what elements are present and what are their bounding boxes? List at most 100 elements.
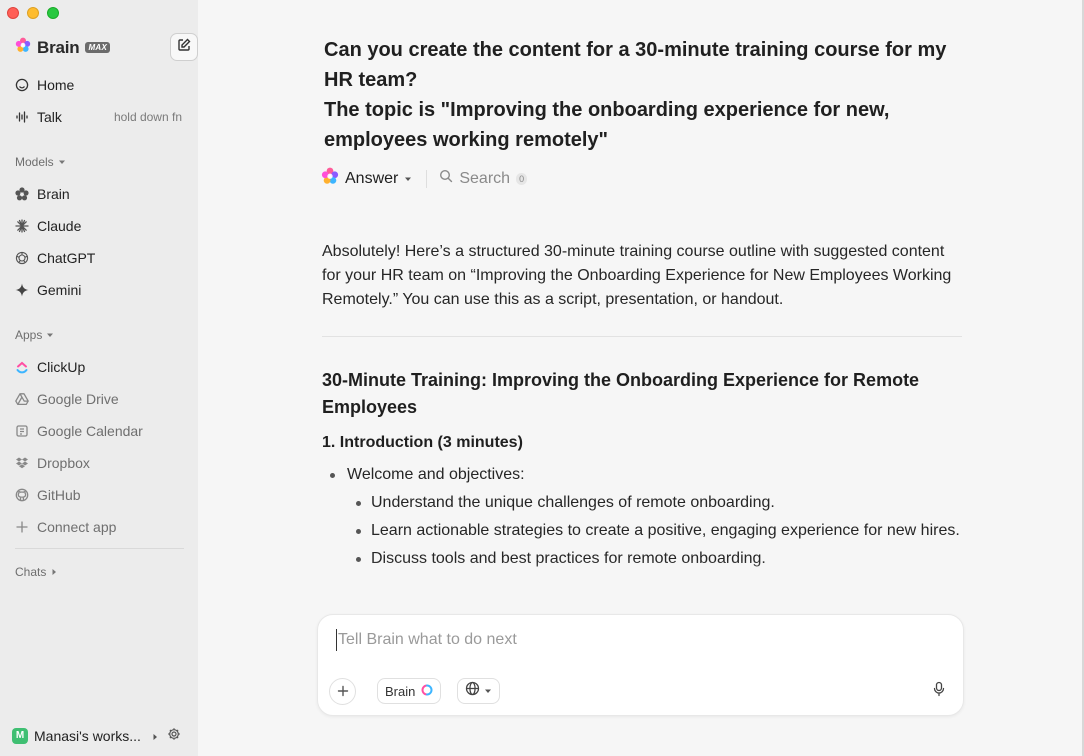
waveform-icon xyxy=(15,110,29,124)
bullet-list: Welcome and objectives: Understand the u… xyxy=(322,463,962,571)
close-window-button[interactable] xyxy=(7,7,19,19)
chatgpt-icon xyxy=(15,251,29,265)
google-calendar-icon xyxy=(15,424,29,438)
microphone-button[interactable] xyxy=(926,678,952,704)
tab-answer[interactable]: Answer xyxy=(321,167,412,190)
sidebar-item-gemini[interactable]: Gemini xyxy=(15,278,187,302)
brand-badge: MAX xyxy=(85,42,111,53)
sidebar-item-label: Brain xyxy=(37,186,70,202)
sidebar-item-label: Connect app xyxy=(37,519,117,535)
section-label: Apps xyxy=(15,328,43,342)
plus-icon xyxy=(15,520,29,534)
sidebar-item-label: Dropbox xyxy=(37,455,90,471)
sidebar-item-chatgpt[interactable]: ChatGPT xyxy=(15,246,187,270)
sidebar: Brain MAX Home Talk hold down fn Models xyxy=(0,0,198,756)
brand: Brain MAX xyxy=(15,37,111,58)
web-access-selector[interactable] xyxy=(457,678,500,704)
section-title: 1. Introduction (3 minutes) xyxy=(322,434,523,451)
brain-logo-icon xyxy=(15,37,31,58)
gemini-icon xyxy=(15,283,29,297)
compose-icon xyxy=(177,38,191,57)
talk-shortcut-hint: hold down fn xyxy=(113,110,182,124)
workspace-switcher[interactable]: M Manasi's works... xyxy=(12,727,181,744)
sidebar-item-github[interactable]: GitHub xyxy=(15,483,187,507)
window-controls xyxy=(7,7,59,19)
caret-down-icon xyxy=(46,328,54,342)
brain-icon xyxy=(15,187,29,201)
microphone-icon xyxy=(932,681,946,702)
answer-heading: 30-Minute Training: Improving the Onboar… xyxy=(322,370,920,417)
tab-label: Search xyxy=(459,169,511,187)
sidebar-item-dropbox[interactable]: Dropbox xyxy=(15,451,187,475)
main-chat-area: Can you create the content for a 30-minu… xyxy=(198,0,1084,756)
chats-section-toggle[interactable]: Chats xyxy=(15,565,58,579)
sidebar-item-label: GitHub xyxy=(37,487,81,503)
list-item: Welcome and objectives: Understand the u… xyxy=(322,463,962,571)
github-icon xyxy=(15,488,29,502)
answer-divider xyxy=(322,336,962,337)
list-item-text: Welcome and objectives: xyxy=(347,466,525,483)
caret-right-icon xyxy=(151,728,159,744)
brand-name: Brain xyxy=(37,37,80,57)
dropbox-icon xyxy=(15,456,29,470)
models-section-toggle[interactable]: Models xyxy=(15,155,66,169)
user-question: Can you create the content for a 30-minu… xyxy=(324,35,964,155)
sidebar-item-home[interactable]: Home xyxy=(15,73,187,97)
sidebar-item-label: Talk xyxy=(37,109,62,125)
assistant-answer: Absolutely! Here’s a structured 30-minut… xyxy=(322,240,962,575)
question-line: The topic is "Improving the onboarding e… xyxy=(324,99,890,151)
zoom-window-button[interactable] xyxy=(47,7,59,19)
sidebar-item-label: Home xyxy=(37,77,75,93)
section-label: Models xyxy=(15,155,54,169)
google-drive-icon xyxy=(15,392,29,406)
tab-label: Answer xyxy=(345,169,399,187)
sub-bullet-list: Understand the unique challenges of remo… xyxy=(347,491,962,571)
add-attachment-button[interactable] xyxy=(329,678,356,705)
clickup-icon xyxy=(15,360,29,374)
message-input[interactable] xyxy=(336,629,926,651)
minimize-window-button[interactable] xyxy=(27,7,39,19)
search-icon xyxy=(439,169,453,188)
sidebar-item-label: Claude xyxy=(37,218,82,234)
response-tabs: Answer Search 0 xyxy=(321,167,528,190)
sidebar-item-google-drive[interactable]: Google Drive xyxy=(15,387,187,411)
claude-icon xyxy=(15,219,29,233)
sidebar-item-label: ClickUp xyxy=(37,359,86,375)
apps-section-toggle[interactable]: Apps xyxy=(15,328,54,342)
clickup-icon xyxy=(421,683,433,700)
model-label: Brain xyxy=(385,683,416,699)
tab-search[interactable]: Search 0 xyxy=(426,169,528,188)
caret-down-icon xyxy=(404,170,412,188)
sidebar-item-label: ChatGPT xyxy=(37,250,96,266)
list-item: Learn actionable strategies to create a … xyxy=(347,519,962,543)
sidebar-item-label: Google Calendar xyxy=(37,423,143,439)
message-composer: Brain xyxy=(317,614,964,716)
connect-app-button[interactable]: Connect app xyxy=(15,515,187,539)
model-selector[interactable]: Brain xyxy=(377,678,442,704)
caret-down-icon xyxy=(58,155,66,169)
question-line: Can you create the content for a 30-minu… xyxy=(324,39,947,91)
workspace-avatar: M xyxy=(12,727,28,744)
sidebar-item-label: Google Drive xyxy=(37,391,119,407)
new-chat-button[interactable] xyxy=(170,33,198,61)
list-item: Discuss tools and best practices for rem… xyxy=(347,547,962,571)
brain-logo-icon xyxy=(321,167,339,190)
home-icon xyxy=(15,78,29,92)
sidebar-item-clickup[interactable]: ClickUp xyxy=(15,355,187,379)
workspace-name: Manasi's works... xyxy=(34,727,141,744)
globe-icon xyxy=(465,681,480,701)
sidebar-item-brain[interactable]: Brain xyxy=(15,182,187,206)
sidebar-item-label: Gemini xyxy=(37,282,82,298)
gear-icon[interactable] xyxy=(167,727,181,744)
caret-right-icon xyxy=(50,565,58,579)
sidebar-item-talk[interactable]: Talk hold down fn xyxy=(15,105,187,129)
sidebar-item-claude[interactable]: Claude xyxy=(15,214,187,238)
sidebar-item-google-calendar[interactable]: Google Calendar xyxy=(15,419,187,443)
answer-intro: Absolutely! Here’s a structured 30-minut… xyxy=(322,243,952,308)
sidebar-divider xyxy=(15,548,184,549)
caret-down-icon xyxy=(484,682,492,700)
search-count-badge: 0 xyxy=(516,172,528,185)
plus-icon xyxy=(337,682,349,702)
list-item: Understand the unique challenges of remo… xyxy=(347,491,962,515)
section-label: Chats xyxy=(15,565,47,579)
